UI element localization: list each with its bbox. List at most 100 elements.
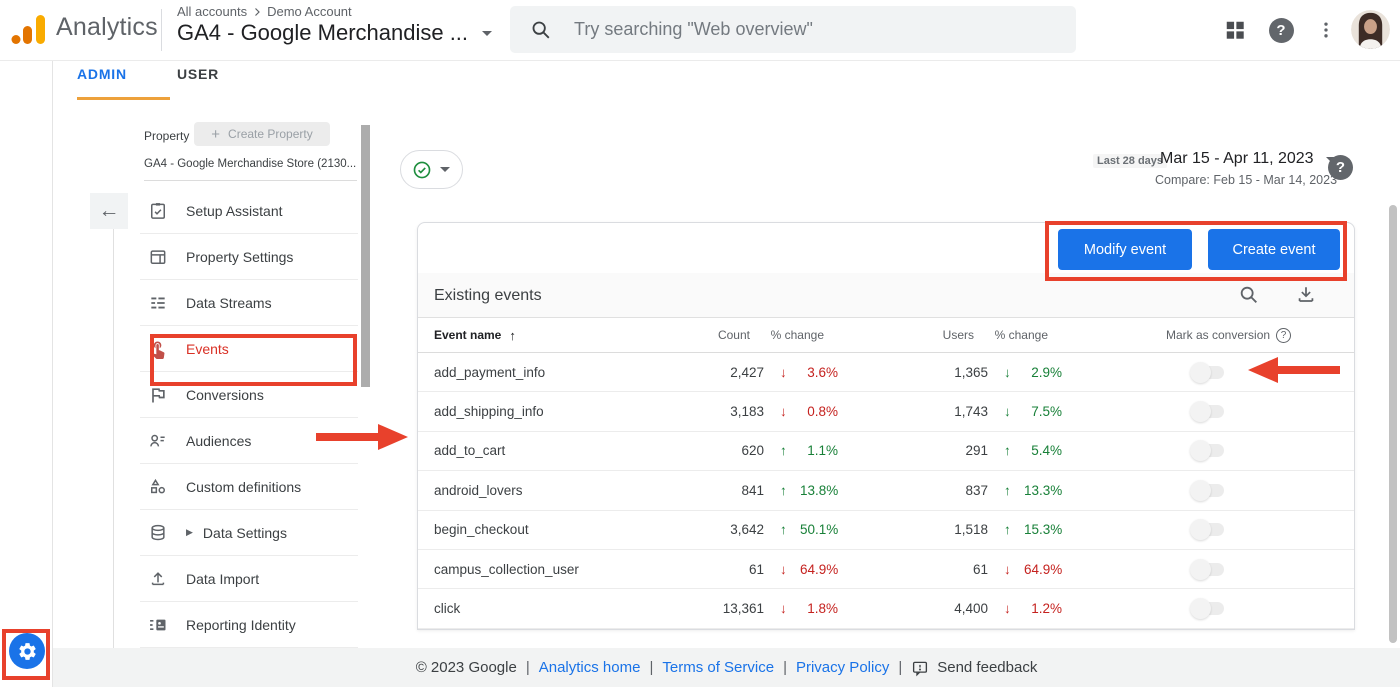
table-search-icon[interactable] bbox=[1238, 284, 1260, 306]
menu-connector-line bbox=[113, 229, 114, 650]
trend-arrow-icon: ↓ bbox=[780, 365, 800, 380]
menu-item-label: Custom definitions bbox=[186, 479, 301, 495]
trend-arrow-icon: ↑ bbox=[780, 483, 800, 498]
column-users[interactable]: Users bbox=[838, 328, 988, 342]
menu-item-custom-definitions[interactable]: Custom definitions bbox=[140, 464, 358, 510]
property-divider bbox=[144, 180, 357, 181]
tab-admin[interactable]: ADMIN bbox=[77, 66, 127, 82]
table-row: begin_checkout 3,642 ↑50.1% 1,518 ↑15.3% bbox=[418, 511, 1354, 550]
menu-item-label: Audiences bbox=[186, 433, 251, 449]
date-help-icon[interactable]: ? bbox=[1328, 155, 1353, 180]
column-count-change[interactable]: % change bbox=[764, 328, 838, 342]
property-title-text: GA4 - Google Merchandise ... bbox=[177, 20, 468, 46]
menu-item-label: Events bbox=[186, 341, 229, 357]
count-change: ↓0.8% bbox=[764, 404, 838, 419]
events-card: Modify event Create event Existing event… bbox=[417, 222, 1355, 630]
more-options-icon[interactable] bbox=[1308, 12, 1344, 48]
sort-ascending-icon: ↑ bbox=[509, 328, 516, 343]
event-count: 2,427 bbox=[668, 365, 764, 380]
column-event-name[interactable]: Event name ↑ bbox=[434, 328, 668, 343]
page-scrollbar[interactable] bbox=[1389, 205, 1397, 643]
admin-gear-icon[interactable] bbox=[9, 633, 45, 669]
menu-item-reporting-identity[interactable]: Reporting Identity bbox=[140, 602, 358, 648]
filter-chip[interactable] bbox=[400, 150, 463, 189]
menu-item-label: Property Settings bbox=[186, 249, 293, 265]
users-change: ↓64.9% bbox=[988, 562, 1062, 577]
mark-conversion-toggle[interactable] bbox=[1193, 563, 1224, 576]
property-column-label: Property bbox=[144, 129, 189, 143]
create-event-button[interactable]: Create event bbox=[1208, 229, 1340, 270]
event-users: 1,743 bbox=[838, 404, 988, 419]
mark-conversion-toggle[interactable] bbox=[1193, 366, 1224, 379]
menu-item-audiences[interactable]: Audiences bbox=[140, 418, 358, 464]
privacy-policy-link[interactable]: Privacy Policy bbox=[796, 659, 889, 676]
help-icon[interactable]: ? bbox=[1263, 12, 1299, 48]
menu-item-data-import[interactable]: Data Import bbox=[140, 556, 358, 602]
mark-conversion-toggle[interactable] bbox=[1193, 444, 1224, 457]
conversions-icon bbox=[148, 385, 168, 405]
menu-item-label: Reporting Identity bbox=[186, 617, 296, 633]
modify-event-button[interactable]: Modify event bbox=[1058, 229, 1192, 270]
data-settings-icon bbox=[148, 523, 168, 543]
count-change: ↓3.6% bbox=[764, 365, 838, 380]
analytics-logo-icon[interactable] bbox=[8, 9, 48, 49]
event-users: 1,365 bbox=[838, 365, 988, 380]
event-users: 291 bbox=[838, 443, 988, 458]
custom-definitions-icon bbox=[148, 477, 168, 497]
event-count: 61 bbox=[668, 562, 764, 577]
analytics-home-link[interactable]: Analytics home bbox=[539, 659, 641, 676]
data-streams-icon bbox=[148, 293, 168, 313]
expand-caret-icon: ▶ bbox=[186, 527, 193, 538]
back-button[interactable]: ← bbox=[90, 193, 128, 229]
date-range-picker[interactable]: Mar 15 - Apr 11, 2023 bbox=[1160, 150, 1336, 168]
table-title: Existing events bbox=[434, 273, 542, 318]
header-divider bbox=[161, 9, 162, 51]
mark-conversion-toggle[interactable] bbox=[1193, 484, 1224, 497]
breadcrumb-demo-account[interactable]: Demo Account bbox=[267, 4, 352, 19]
selected-property[interactable]: GA4 - Google Merchandise Store (2130... bbox=[144, 158, 358, 170]
menu-item-conversions[interactable]: Conversions bbox=[140, 372, 358, 418]
search-bar[interactable] bbox=[510, 6, 1076, 53]
avatar[interactable] bbox=[1351, 10, 1390, 49]
search-input[interactable] bbox=[574, 19, 1014, 40]
column-users-change[interactable]: % change bbox=[988, 328, 1062, 342]
ga4-admin-events-screen: Analytics All accounts Demo Account GA4 … bbox=[0, 0, 1400, 687]
event-name: android_lovers bbox=[434, 483, 668, 498]
menu-item-events[interactable]: Events bbox=[140, 326, 358, 372]
mark-conversion-toggle[interactable] bbox=[1193, 523, 1224, 536]
table-row: add_shipping_info 3,183 ↓0.8% 1,743 ↓7.5… bbox=[418, 392, 1354, 431]
menu-item-setup-assistant[interactable]: Setup Assistant bbox=[140, 188, 358, 234]
mark-conversion-toggle[interactable] bbox=[1193, 405, 1224, 418]
table-row: add_payment_info 2,427 ↓3.6% 1,365 ↓2.9% bbox=[418, 353, 1354, 392]
trend-arrow-icon: ↓ bbox=[1004, 365, 1024, 380]
trend-arrow-icon: ↓ bbox=[1004, 404, 1024, 419]
breadcrumb: All accounts Demo Account bbox=[177, 4, 352, 19]
breadcrumb-all-accounts[interactable]: All accounts bbox=[177, 4, 247, 19]
apps-grid-icon[interactable] bbox=[1217, 12, 1253, 48]
tab-active-underline bbox=[77, 97, 170, 100]
trend-arrow-icon: ↓ bbox=[1004, 601, 1024, 616]
mark-conversion-toggle[interactable] bbox=[1193, 602, 1224, 615]
trend-arrow-icon: ↑ bbox=[780, 522, 800, 537]
date-compare-label: Compare: Feb 15 - Mar 14, 2023 bbox=[1155, 173, 1337, 187]
terms-of-service-link[interactable]: Terms of Service bbox=[662, 659, 774, 676]
nav-rail bbox=[0, 61, 53, 687]
menu-item-label: Data Streams bbox=[186, 295, 272, 311]
send-feedback[interactable]: Send feedback bbox=[911, 659, 1037, 677]
menu-item-property-settings[interactable]: Property Settings bbox=[140, 234, 358, 280]
panel-scrollbar[interactable] bbox=[361, 125, 370, 387]
help-outline-icon[interactable]: ? bbox=[1276, 328, 1291, 343]
menu-item-data-streams[interactable]: Data Streams bbox=[140, 280, 358, 326]
footer: © 2023 Google | Analytics home | Terms o… bbox=[53, 648, 1400, 687]
column-count[interactable]: Count bbox=[668, 328, 764, 342]
check-circle-icon bbox=[411, 159, 433, 181]
property-menu: Setup Assistant Property Settings Data S… bbox=[140, 188, 358, 648]
create-property-button[interactable]: + Create Property bbox=[194, 122, 330, 146]
property-selector[interactable]: GA4 - Google Merchandise ... bbox=[177, 20, 492, 46]
tab-user[interactable]: USER bbox=[177, 66, 219, 82]
search-icon bbox=[530, 19, 552, 41]
table-header-row: Event name ↑ Count % change Users % chan… bbox=[418, 318, 1354, 353]
download-icon[interactable] bbox=[1295, 284, 1317, 306]
users-change: ↑13.3% bbox=[988, 483, 1062, 498]
menu-item-data-settings[interactable]: ▶ Data Settings bbox=[140, 510, 358, 556]
